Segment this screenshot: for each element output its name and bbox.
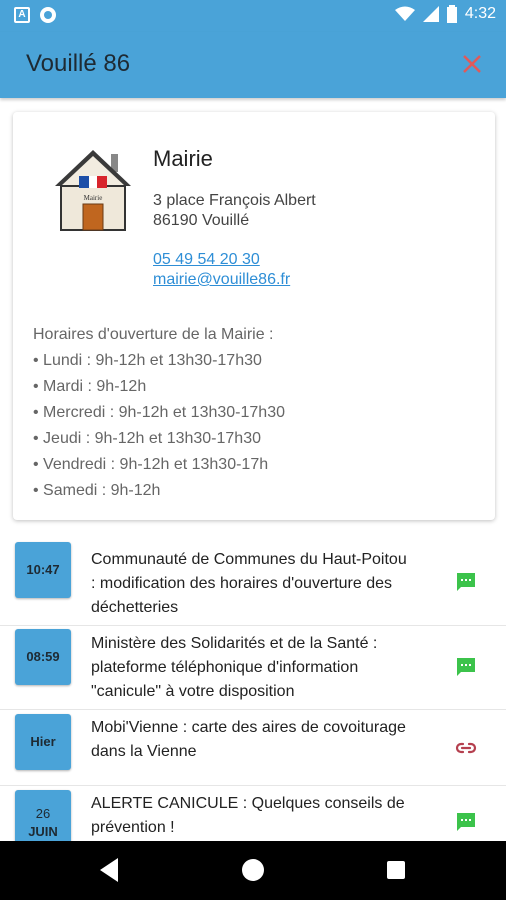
date-month: JUIN [28, 824, 58, 839]
recent-apps-icon[interactable] [387, 861, 405, 879]
message-icon[interactable] [454, 570, 478, 594]
hours-title: Horaires d'ouverture de la Mairie : [33, 326, 274, 343]
news-item[interactable]: Hier Mobi'Vienne : carte des aires de co… [0, 710, 506, 786]
news-title: Communauté de Communes du Haut-Poitou : … [91, 551, 407, 616]
hours-line: • Lundi : 9h-12h et 13h30-17h30 [33, 352, 262, 369]
a-icon: A [14, 7, 30, 23]
address-line2: 86190 Vouillé [153, 212, 250, 229]
time-label: 08:59 [26, 649, 60, 664]
message-icon[interactable] [454, 810, 478, 834]
news-title: ALERTE CANICULE : Quelques conseils de p… [91, 795, 405, 836]
status-time: 4:32 [464, 5, 496, 22]
hours-line: • Mercredi : 9h-12h et 13h30-17h30 [33, 404, 285, 421]
hours-line: • Mardi : 9h-12h [33, 378, 147, 395]
status-bar: A 4:32 [0, 0, 506, 32]
time-badge: 08:59 [15, 629, 71, 685]
navigation-bar [0, 841, 506, 900]
news-list: 10:47 Communauté de Communes du Haut-Poi… [0, 538, 506, 857]
battery-icon [446, 5, 457, 23]
news-item[interactable]: 10:47 Communauté de Communes du Haut-Poi… [0, 538, 506, 626]
time-badge: 10:47 [15, 542, 71, 598]
link-icon[interactable] [454, 736, 478, 760]
home-icon[interactable] [242, 859, 264, 881]
news-item[interactable]: 08:59 Ministère des Solidarités et de la… [0, 626, 506, 710]
time-badge: Hier [15, 714, 71, 770]
back-icon[interactable] [100, 858, 118, 882]
town-hall-icon: Mairie [55, 150, 131, 231]
hours-line: • Jeudi : 9h-12h et 13h30-17h30 [33, 430, 261, 447]
app-title: Vouillé 86 [26, 50, 131, 77]
circle-icon [40, 7, 56, 23]
mairie-name: Mairie [153, 146, 213, 171]
sign-text: Mairie [84, 194, 103, 202]
message-icon[interactable] [454, 655, 478, 679]
close-icon[interactable] [458, 50, 486, 78]
app-bar: Vouillé 86 [0, 32, 506, 98]
phone-link[interactable]: 05 49 54 20 30 [153, 251, 260, 269]
hours-line: • Samedi : 9h-12h [33, 482, 161, 499]
mairie-card: Mairie Mairie 3 place François Albert 86… [13, 112, 495, 520]
address-line1: 3 place François Albert [153, 192, 316, 209]
time-label: Hier [30, 734, 56, 749]
email-link[interactable]: mairie@vouille86.fr [153, 271, 290, 289]
news-title: Ministère des Solidarités et de la Santé… [91, 635, 378, 700]
opening-hours: Horaires d'ouverture de la Mairie : • Lu… [33, 322, 285, 504]
date-day: 26 [35, 806, 51, 821]
wifi-icon [394, 6, 415, 21]
time-label: 10:47 [26, 562, 60, 577]
news-title: Mobi'Vienne : carte des aires de covoitu… [91, 719, 406, 760]
hours-line: • Vendredi : 9h-12h et 13h30-17h [33, 456, 269, 473]
signal-icon [422, 6, 439, 22]
